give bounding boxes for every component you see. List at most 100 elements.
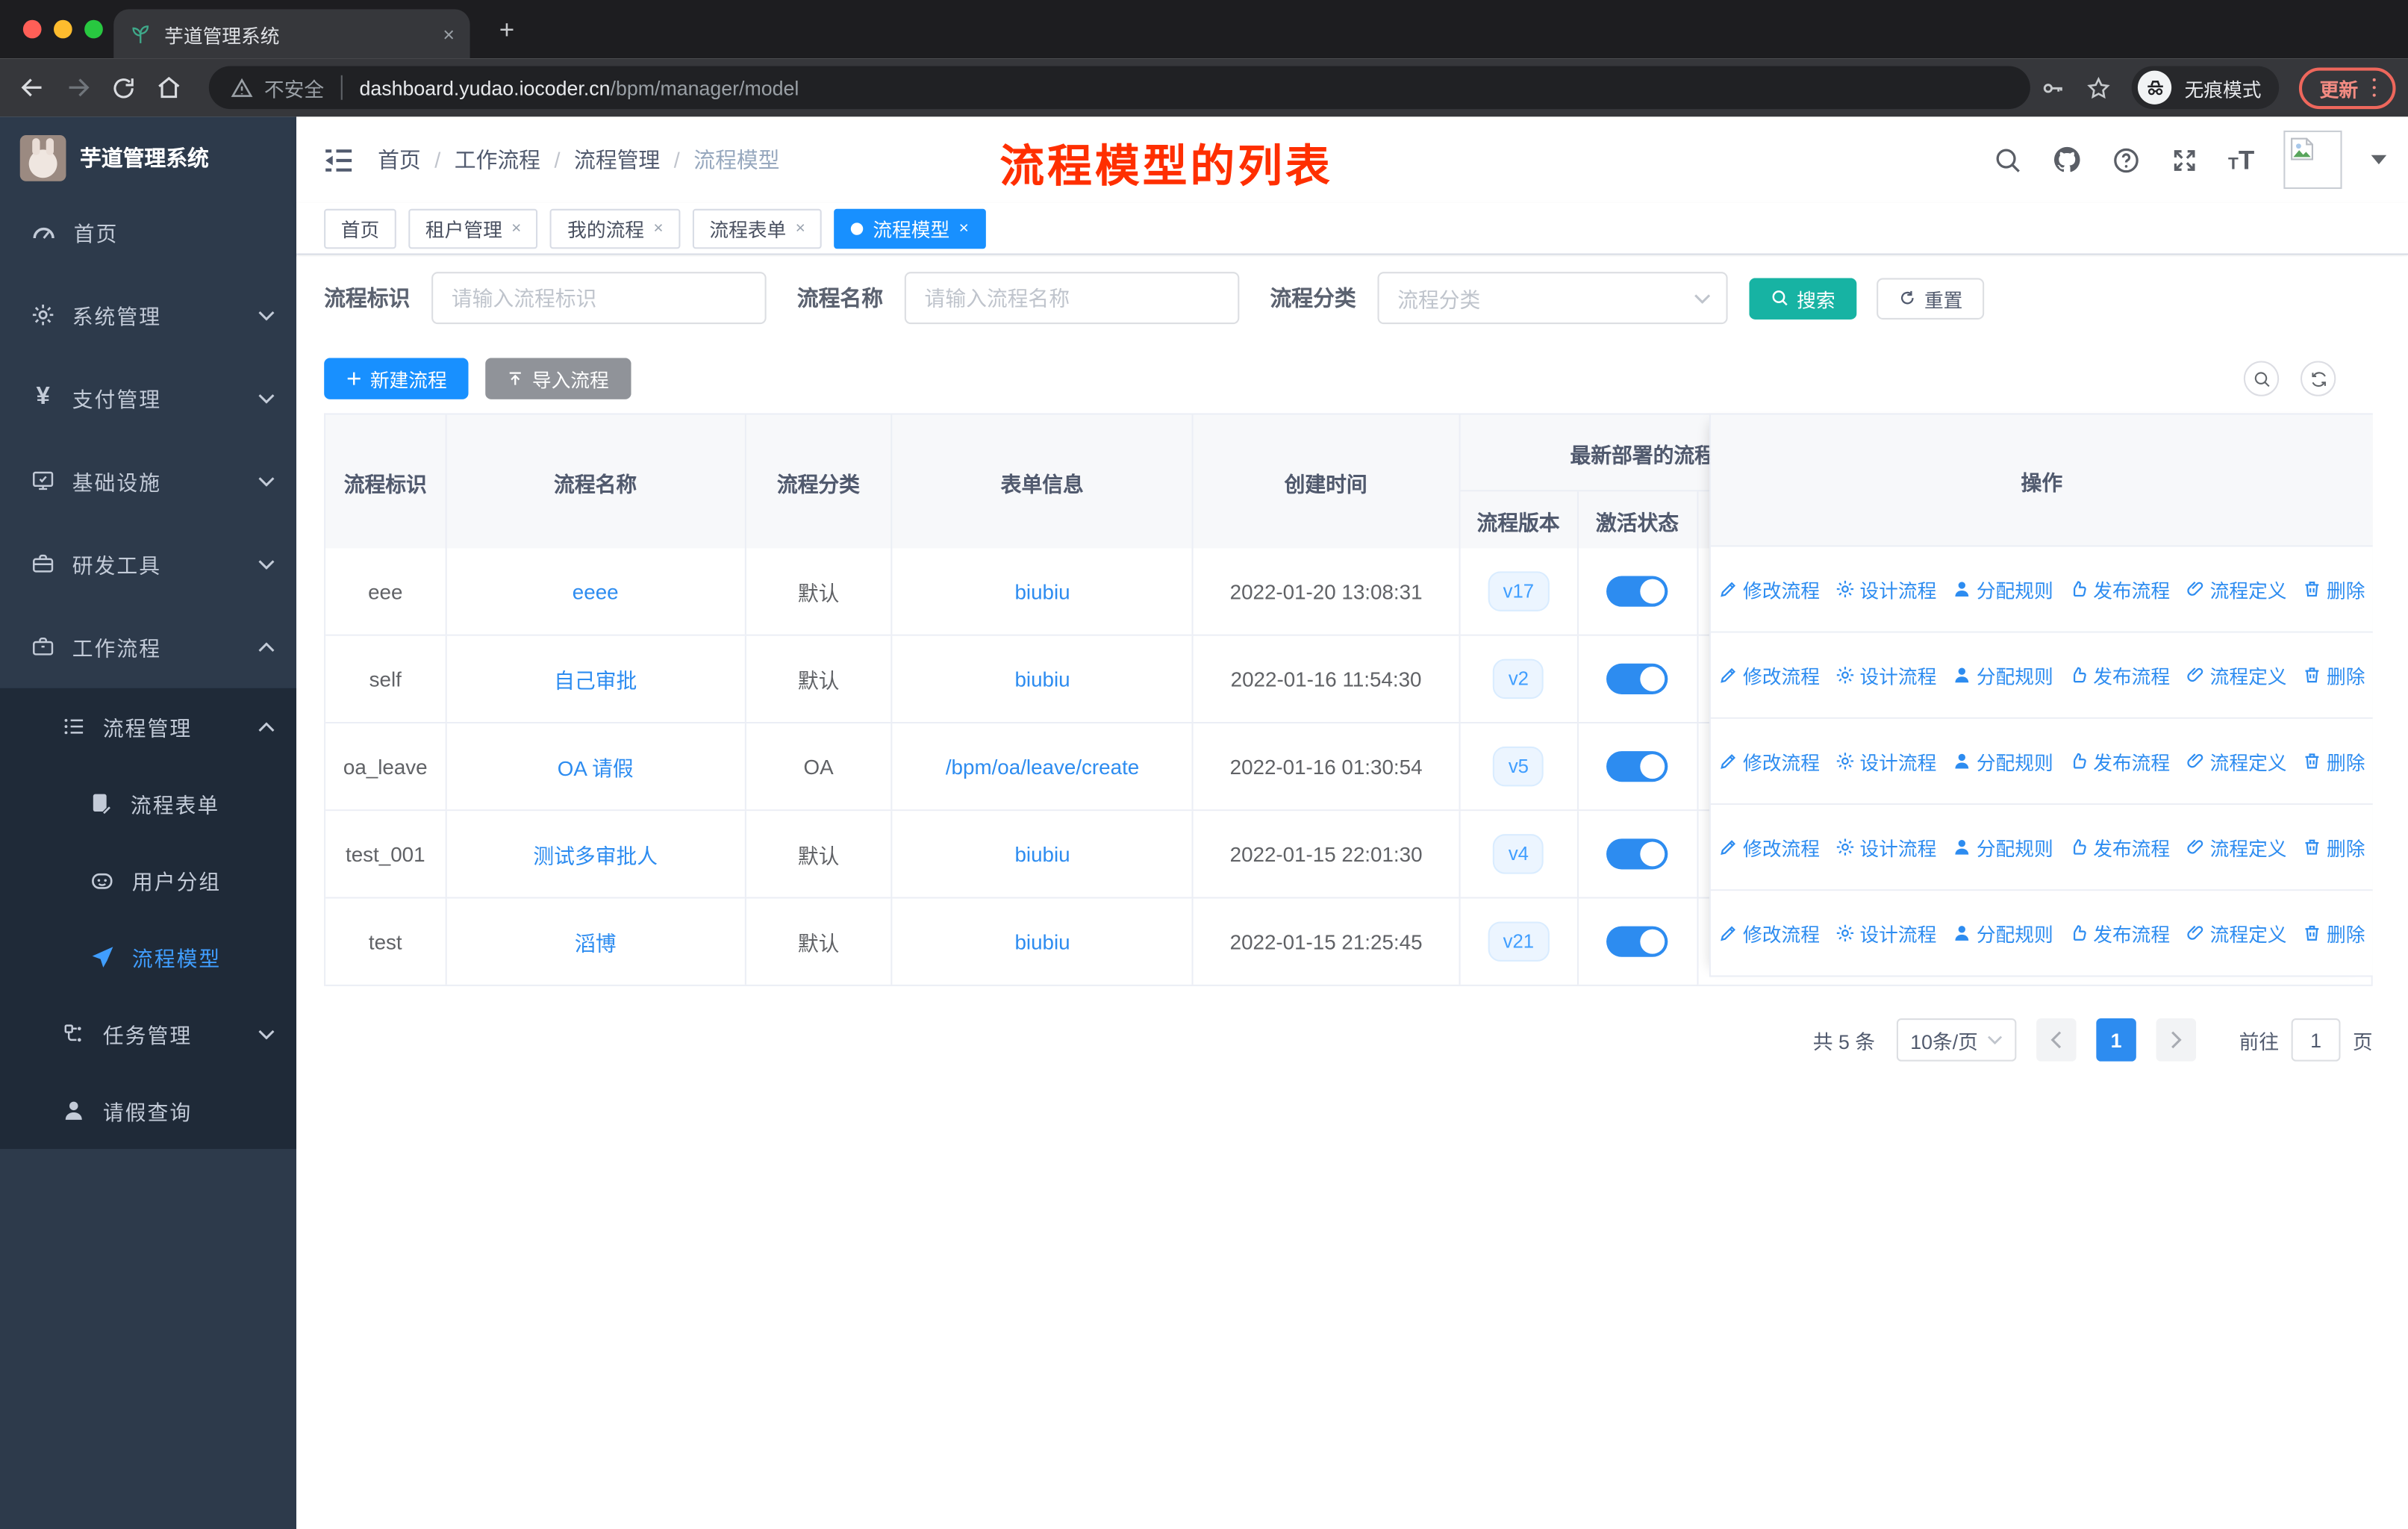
- breadcrumb-workflow[interactable]: 工作流程: [455, 144, 540, 175]
- security-label[interactable]: 不安全: [264, 73, 324, 102]
- process-id-input[interactable]: [431, 272, 767, 325]
- activation-toggle[interactable]: [1606, 926, 1668, 957]
- assign-rule-link[interactable]: 分配规则: [1952, 918, 2053, 947]
- forward-icon[interactable]: [64, 74, 92, 102]
- delete-link[interactable]: 删除: [2302, 918, 2365, 947]
- close-icon[interactable]: ×: [511, 219, 521, 237]
- search-circle-icon[interactable]: [2243, 361, 2280, 396]
- publish-process-link[interactable]: 发布流程: [2068, 832, 2170, 862]
- help-icon[interactable]: [2112, 145, 2141, 174]
- form-info-link[interactable]: biubiu: [1014, 930, 1070, 953]
- version-badge[interactable]: v17: [1488, 570, 1550, 612]
- version-badge[interactable]: v5: [1493, 746, 1544, 787]
- breadcrumb-process-mgmt[interactable]: 流程管理: [574, 144, 660, 175]
- font-size-icon[interactable]: TT: [2228, 146, 2254, 172]
- sidebar-item-devtools[interactable]: 研发工具: [0, 523, 296, 605]
- model-name-link[interactable]: 滔博: [575, 927, 617, 957]
- star-icon[interactable]: [2086, 75, 2112, 101]
- assign-rule-link[interactable]: 分配规则: [1952, 661, 2053, 690]
- version-badge[interactable]: v21: [1488, 921, 1550, 962]
- process-definition-link[interactable]: 流程定义: [2186, 747, 2287, 776]
- modify-process-link[interactable]: 修改流程: [1718, 661, 1820, 690]
- more-vert-icon[interactable]: [2371, 78, 2376, 98]
- close-icon[interactable]: ×: [796, 219, 805, 237]
- process-category-select[interactable]: 流程分类: [1377, 272, 1728, 325]
- url-bar[interactable]: 不安全 dashboard.yudao.iocoder.cn/bpm/manag…: [208, 66, 2030, 110]
- activation-toggle[interactable]: [1606, 663, 1668, 694]
- design-process-link[interactable]: 设计流程: [1835, 661, 1936, 690]
- design-process-link[interactable]: 设计流程: [1835, 574, 1936, 603]
- sidebar-item-user-group[interactable]: 用户分组: [0, 841, 296, 918]
- refresh-circle-icon[interactable]: [2300, 361, 2336, 396]
- minimize-window-button[interactable]: [54, 19, 72, 39]
- sidebar-item-process-mgmt[interactable]: 流程管理: [0, 688, 296, 765]
- version-badge[interactable]: v4: [1493, 833, 1544, 875]
- process-name-input[interactable]: [904, 272, 1240, 325]
- prev-page-button[interactable]: [2036, 1018, 2077, 1062]
- model-name-link[interactable]: 测试多审批人: [533, 838, 658, 869]
- reload-icon[interactable]: [110, 75, 137, 101]
- activation-toggle[interactable]: [1606, 751, 1668, 782]
- sidebar-item-workflow[interactable]: 工作流程: [0, 605, 296, 688]
- sidebar-item-home[interactable]: 首页: [0, 190, 296, 273]
- delete-link[interactable]: 删除: [2302, 574, 2365, 603]
- form-info-link[interactable]: biubiu: [1014, 842, 1070, 865]
- model-name-link[interactable]: 自己审批: [554, 664, 637, 694]
- sidebar-item-leave-query[interactable]: 请假查询: [0, 1072, 296, 1149]
- close-tab-icon[interactable]: ×: [443, 22, 455, 46]
- version-badge[interactable]: v2: [1493, 658, 1544, 700]
- window-controls[interactable]: [22, 19, 103, 39]
- goto-page-input[interactable]: [2291, 1018, 2341, 1062]
- form-info-link[interactable]: biubiu: [1014, 667, 1070, 691]
- search-icon[interactable]: [1993, 145, 2022, 174]
- assign-rule-link[interactable]: 分配规则: [1952, 747, 2053, 776]
- close-icon[interactable]: ×: [959, 219, 969, 237]
- tag-process-model[interactable]: 流程模型 ×: [834, 208, 986, 249]
- design-process-link[interactable]: 设计流程: [1835, 832, 1936, 862]
- page-size-select[interactable]: 10条/页: [1896, 1018, 2017, 1062]
- create-process-button[interactable]: 新建流程: [324, 358, 469, 399]
- sidebar-item-payment[interactable]: ¥ 支付管理: [0, 356, 296, 439]
- sidebar-item-task-mgmt[interactable]: 任务管理: [0, 995, 296, 1072]
- form-info-link[interactable]: biubiu: [1014, 580, 1070, 603]
- form-info-link[interactable]: /bpm/oa/leave/create: [946, 755, 1139, 778]
- update-button[interactable]: 更新: [2299, 66, 2396, 109]
- assign-rule-link[interactable]: 分配规则: [1952, 574, 2053, 603]
- publish-process-link[interactable]: 发布流程: [2068, 918, 2170, 947]
- model-name-link[interactable]: eeee: [573, 580, 619, 603]
- tag-my-process[interactable]: 我的流程 ×: [550, 208, 681, 249]
- modify-process-link[interactable]: 修改流程: [1718, 918, 1820, 947]
- back-icon[interactable]: [19, 74, 46, 102]
- import-process-button[interactable]: 导入流程: [485, 358, 631, 399]
- publish-process-link[interactable]: 发布流程: [2068, 661, 2170, 690]
- collapse-sidebar-icon[interactable]: [324, 146, 353, 172]
- modify-process-link[interactable]: 修改流程: [1718, 747, 1820, 776]
- sidebar-item-process-model[interactable]: 流程模型: [0, 918, 296, 995]
- tag-process-form[interactable]: 流程表单 ×: [692, 208, 823, 249]
- browser-tab[interactable]: 芋道管理系统 ×: [113, 9, 470, 59]
- new-tab-button[interactable]: +: [488, 12, 525, 49]
- close-window-button[interactable]: [22, 19, 42, 39]
- publish-process-link[interactable]: 发布流程: [2068, 747, 2170, 776]
- breadcrumb-home[interactable]: 首页: [378, 144, 421, 175]
- url-text[interactable]: dashboard.yudao.iocoder.cn/bpm/manager/m…: [359, 76, 799, 99]
- process-definition-link[interactable]: 流程定义: [2186, 574, 2287, 603]
- modify-process-link[interactable]: 修改流程: [1718, 574, 1820, 603]
- process-definition-link[interactable]: 流程定义: [2186, 661, 2287, 690]
- fullscreen-icon[interactable]: [2170, 145, 2199, 174]
- home-icon[interactable]: [155, 74, 183, 102]
- assign-rule-link[interactable]: 分配规则: [1952, 832, 2053, 862]
- tag-home[interactable]: 首页: [324, 208, 396, 249]
- key-icon[interactable]: [2040, 75, 2066, 101]
- publish-process-link[interactable]: 发布流程: [2068, 574, 2170, 603]
- delete-link[interactable]: 删除: [2302, 747, 2365, 776]
- sidebar-item-infra[interactable]: 基础设施: [0, 439, 296, 522]
- design-process-link[interactable]: 设计流程: [1835, 918, 1936, 947]
- sidebar-item-system[interactable]: 系统管理: [0, 273, 296, 356]
- process-definition-link[interactable]: 流程定义: [2186, 832, 2287, 862]
- sidebar-item-process-form[interactable]: 流程表单: [0, 765, 296, 842]
- avatar[interactable]: [2283, 130, 2342, 190]
- design-process-link[interactable]: 设计流程: [1835, 747, 1936, 776]
- current-page[interactable]: 1: [2096, 1018, 2136, 1062]
- github-icon[interactable]: [2051, 144, 2082, 175]
